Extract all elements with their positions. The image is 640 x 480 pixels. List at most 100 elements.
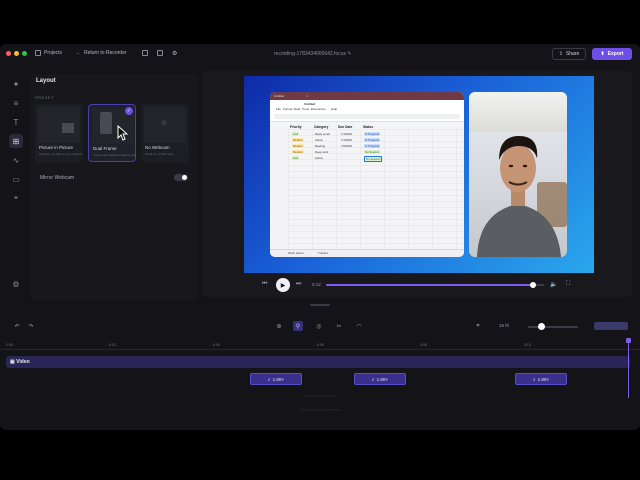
speed-tool-button[interactable]: ◠ bbox=[354, 321, 364, 331]
layout-card-dual-frame[interactable]: ✓ Dual Frame screen and webcam side by s… bbox=[88, 104, 137, 162]
close-tab-icon: × bbox=[306, 94, 308, 98]
due-cell: 7/9/2026 bbox=[341, 144, 352, 148]
playhead[interactable] bbox=[628, 338, 629, 398]
trim-tool-button[interactable]: ◎ bbox=[314, 321, 324, 331]
magnifier-icon: ⌕ bbox=[372, 376, 375, 382]
mouse-cursor-icon bbox=[117, 125, 129, 141]
zoom-segment[interactable]: ⌕ 1.80× bbox=[515, 373, 567, 385]
settings-tool-button[interactable]: ⚙ bbox=[9, 277, 23, 291]
skip-forward-icon: ⏭ bbox=[296, 281, 302, 287]
share-button[interactable]: ⇪ Share bbox=[552, 48, 586, 60]
tool-rail: ✦ ≡ T ⊞ ∿ ▭ ⌖ ⚙ bbox=[4, 74, 28, 304]
preview-area: Untitled × Untitled File Format Data Too… bbox=[202, 71, 632, 297]
card-desc: screen and webcam side by side bbox=[93, 153, 137, 157]
scrubber-handle[interactable] bbox=[530, 282, 537, 288]
projects-button[interactable]: Projects bbox=[35, 50, 62, 56]
timeline-hint: Click to add a segment bbox=[299, 407, 341, 412]
ruler-tick: 0:06 bbox=[317, 343, 324, 347]
formatting-toolbar bbox=[274, 114, 460, 119]
browser-tab-bar: Untitled × bbox=[270, 92, 464, 100]
skip-back-button[interactable]: ⏮ bbox=[262, 281, 267, 288]
fullscreen-button[interactable]: ⛶ bbox=[566, 281, 570, 288]
cut-tool-button[interactable]: ✂ bbox=[334, 321, 344, 331]
settings-button[interactable]: ⚙ bbox=[172, 50, 177, 57]
card-desc: focus on content only bbox=[145, 152, 174, 156]
category-cell: Admin bbox=[315, 138, 323, 142]
timeline-hint: Drag to add zoom bbox=[304, 393, 336, 398]
return-to-recorder-button[interactable]: ← Return to Recorder bbox=[76, 50, 127, 56]
zoom-tool-button[interactable]: ⊕ bbox=[274, 321, 284, 331]
text-icon: T bbox=[13, 117, 19, 127]
due-cell: 7/1/2026 bbox=[341, 132, 352, 136]
priority-cell: Medium bbox=[292, 144, 304, 148]
video-canvas[interactable]: Untitled × Untitled File Format Data Too… bbox=[244, 76, 594, 273]
skip-back-icon: ⏮ bbox=[262, 281, 268, 287]
gear-icon: ⚙ bbox=[12, 279, 20, 289]
save-button[interactable] bbox=[157, 50, 163, 56]
ruler-tick: 0:10 bbox=[524, 343, 531, 347]
return-label: Return to Recorder bbox=[84, 50, 127, 56]
wand-icon: ✦ bbox=[12, 79, 20, 89]
play-button[interactable]: ▶ bbox=[276, 278, 290, 292]
minimize-window-button[interactable] bbox=[14, 51, 19, 56]
menu-item: Format bbox=[283, 107, 293, 111]
status-cell-selected: No Session bbox=[364, 156, 383, 162]
timeline-ruler[interactable]: 0:00 0:02 0:04 0:06 0:08 0:10 bbox=[0, 342, 640, 350]
ruler-tick: 0:08 bbox=[420, 343, 427, 347]
priority-cell: Medium bbox=[292, 138, 304, 142]
panel-resize-handle[interactable] bbox=[310, 304, 330, 306]
skip-forward-button[interactable]: ⏭ bbox=[296, 281, 301, 288]
volume-button[interactable]: 🔈 bbox=[550, 281, 557, 288]
zoom-segment[interactable]: ⌕ 1.80× bbox=[250, 373, 302, 385]
mirror-webcam-row: Mirror Webcam bbox=[35, 173, 195, 183]
spreadsheet-toolbar: Untitled File Format Data Tools Extensio… bbox=[270, 100, 464, 122]
redo-icon: ↷ bbox=[28, 323, 34, 330]
timeline-zoom-slider[interactable] bbox=[528, 326, 578, 328]
video-track[interactable]: ▣ Video bbox=[6, 356, 630, 368]
window-controls bbox=[6, 51, 27, 56]
zoom-segment[interactable]: ⌕ 1.80× bbox=[354, 373, 406, 385]
ruler-tick: 0:02 bbox=[109, 343, 116, 347]
playback-scrubber[interactable] bbox=[326, 282, 544, 288]
adjust-tool-button[interactable]: ≡ bbox=[9, 96, 23, 110]
pip-thumbnail bbox=[38, 107, 80, 143]
crop-button[interactable]: ⌗ bbox=[473, 321, 483, 331]
screen-recording-frame: Untitled × Untitled File Format Data Too… bbox=[270, 92, 464, 257]
open-folder-button[interactable] bbox=[142, 50, 148, 56]
redo-button[interactable]: ↷ bbox=[26, 321, 36, 331]
card-name: Picture in Picture bbox=[39, 145, 74, 150]
card-name: Dual Frame bbox=[93, 146, 117, 151]
audio-tool-button[interactable]: ∿ bbox=[9, 153, 23, 167]
pip-overlay-shape bbox=[62, 123, 74, 133]
project-filename[interactable]: recording-1783434900642.focus ✎ bbox=[274, 51, 352, 57]
col-header-status: Status bbox=[363, 125, 374, 129]
link-tool-button[interactable]: ⚲ bbox=[293, 321, 303, 331]
scissors-icon: ✂ bbox=[336, 323, 342, 330]
export-button[interactable]: ⬆ Export bbox=[592, 48, 632, 60]
layout-tool-button[interactable]: ⊞ bbox=[9, 134, 23, 148]
sliders-icon: ≡ bbox=[13, 98, 19, 108]
waveform-icon: ∿ bbox=[12, 155, 20, 165]
zoom-icon: ⊕ bbox=[276, 323, 282, 330]
folder-open-icon bbox=[142, 50, 148, 56]
undo-button[interactable]: ↶ bbox=[12, 321, 22, 331]
text-tool-button[interactable]: T bbox=[9, 115, 23, 129]
layout-card-no-webcam[interactable]: ⊘ No Webcam focus on content only bbox=[141, 104, 189, 162]
layout-card-picture-in-picture[interactable]: Picture in Picture webcam overlay on you… bbox=[35, 104, 83, 162]
share-label: Share bbox=[565, 51, 580, 57]
wand-tool-button[interactable]: ✦ bbox=[9, 77, 23, 91]
close-window-button[interactable] bbox=[6, 51, 11, 56]
captions-tool-button[interactable]: ▭ bbox=[9, 172, 23, 186]
gear-icon: ⚙ bbox=[172, 51, 178, 57]
cursor-tool-button[interactable]: ⌖ bbox=[9, 191, 23, 205]
card-name: No Webcam bbox=[145, 145, 170, 150]
status-cell: In Progress bbox=[364, 138, 381, 142]
magnifier-icon: ⌕ bbox=[268, 376, 271, 382]
sheet-tab: Tracker bbox=[318, 251, 329, 255]
mirror-webcam-toggle[interactable] bbox=[174, 174, 188, 181]
timeline-fit-button[interactable] bbox=[594, 322, 628, 330]
zoom-segment-label: 1.80× bbox=[537, 376, 549, 382]
maximize-window-button[interactable] bbox=[22, 51, 27, 56]
col-header-due-date: Due Date bbox=[338, 125, 353, 129]
timeline-zoom-handle[interactable] bbox=[538, 323, 545, 330]
